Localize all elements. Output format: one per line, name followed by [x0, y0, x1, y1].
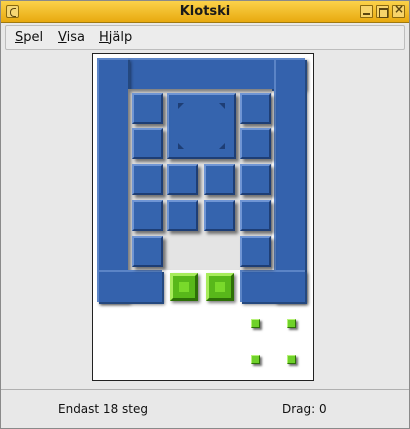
target-marker — [287, 319, 296, 328]
target-marker — [251, 355, 260, 364]
menu-visa[interactable]: Visa — [58, 30, 85, 45]
piece-small[interactable] — [240, 200, 271, 231]
klotski-window: Klotski Spel Visa Hjälp — [0, 0, 410, 429]
minimize-button[interactable] — [360, 5, 373, 18]
wall-bottom-left — [97, 270, 162, 302]
target-marker — [287, 355, 296, 364]
piece-small[interactable] — [132, 128, 163, 159]
status-bar: Endast 18 steg Drag: 0 — [1, 389, 409, 428]
exit-gate-block — [206, 273, 234, 301]
menu-bar: Spel Visa Hjälp — [1, 24, 409, 52]
wall-right — [274, 58, 305, 302]
piece-small[interactable] — [132, 236, 163, 267]
piece-small[interactable] — [132, 164, 163, 195]
piece-small[interactable] — [240, 236, 271, 267]
piece-small[interactable] — [240, 128, 271, 159]
title-bar[interactable]: Klotski — [1, 1, 409, 23]
target-marker — [251, 319, 260, 328]
piece-small[interactable] — [167, 200, 198, 231]
status-message: Endast 18 steg — [58, 402, 148, 416]
close-button[interactable] — [392, 2, 405, 18]
wall-left — [97, 58, 128, 302]
piece-small[interactable] — [204, 200, 235, 231]
game-board[interactable] — [92, 53, 314, 381]
piece-big[interactable] — [167, 93, 236, 159]
menu-hjalp[interactable]: Hjälp — [99, 30, 132, 45]
move-counter: Drag: 0 — [282, 402, 327, 416]
piece-small[interactable] — [204, 164, 235, 195]
piece-small[interactable] — [240, 93, 271, 124]
piece-small[interactable] — [132, 200, 163, 231]
move-count: 0 — [319, 402, 327, 416]
maximize-button[interactable] — [376, 5, 389, 18]
piece-small[interactable] — [240, 164, 271, 195]
wall-bottom-right — [240, 270, 305, 302]
exit-gate-block — [170, 273, 198, 301]
piece-small[interactable] — [132, 93, 163, 124]
window-title: Klotski — [179, 4, 231, 19]
piece-small[interactable] — [167, 164, 198, 195]
menu-spel[interactable]: Spel — [15, 30, 43, 45]
